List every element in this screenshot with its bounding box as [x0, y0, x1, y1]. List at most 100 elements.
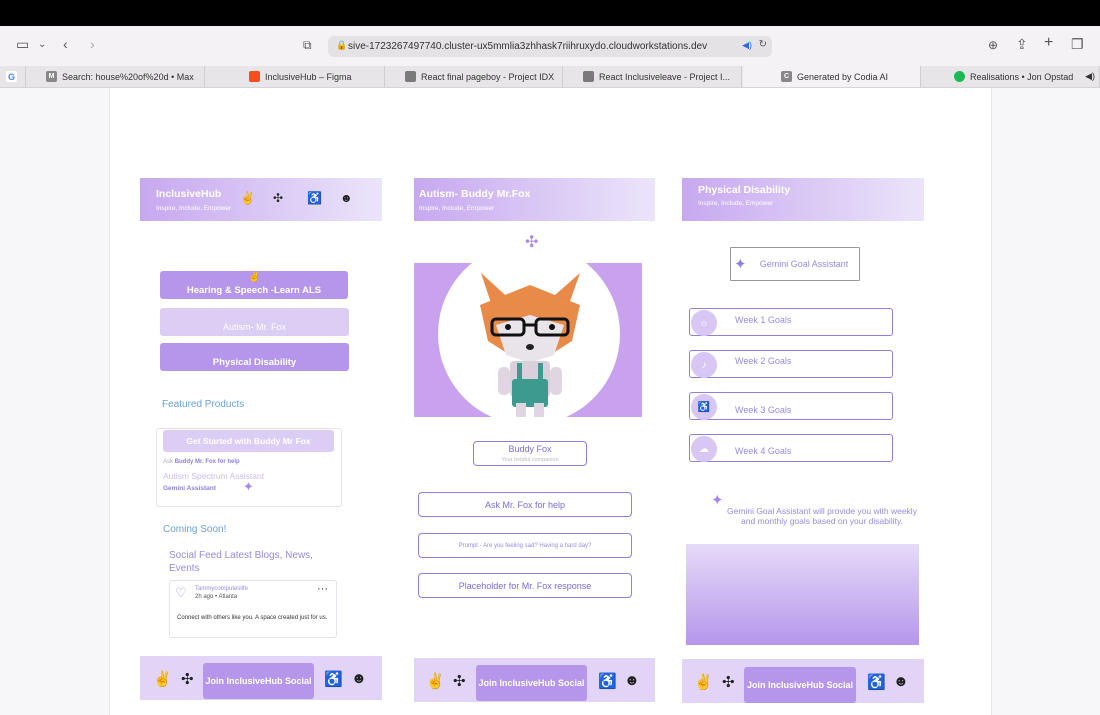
wheelchair-icon[interactable]: ♿: [867, 673, 886, 691]
share-icon[interactable]: ⇪: [1016, 37, 1028, 51]
puzzle-icon[interactable]: ✣: [273, 191, 283, 205]
join-social-button[interactable]: Join InclusiveHub Social: [476, 665, 587, 701]
get-started-button[interactable]: Get Started with Buddy Mr Fox: [163, 430, 334, 452]
audio-icon[interactable]: ◀): [742, 40, 752, 51]
reload-icon[interactable]: ↻: [759, 39, 767, 50]
figma-icon: [249, 71, 260, 82]
google-icon: G: [6, 71, 17, 82]
new-tab-icon[interactable]: +: [1044, 35, 1053, 51]
sign-language-icon[interactable]: ✌: [240, 191, 255, 205]
col3-header: Physical Disability Inspire, Include, Em…: [682, 178, 924, 221]
robot-icon[interactable]: ☻: [624, 672, 640, 689]
tab-react-final[interactable]: React final pageboy - Project IDX: [399, 66, 563, 87]
prompt-input[interactable]: Prompt - Are you feeling sad? Having a h…: [418, 533, 632, 558]
wheelchair-icon[interactable]: ♿: [307, 191, 322, 205]
url-text: sive-1723267497740.cluster-ux5mmlia3zhha…: [348, 41, 708, 52]
social-post-card[interactable]: ♡ Tammycomputeslife 2h ago • Atlanta ···…: [169, 580, 337, 638]
button-label: Join InclusiveHub Social: [746, 680, 854, 690]
tab-figma[interactable]: InclusiveHub – Figma: [243, 66, 385, 87]
autism-button[interactable]: Autism- Mr. Fox: [160, 308, 349, 336]
goal-icon: ☼: [691, 310, 717, 336]
goal-icon: ♪: [691, 352, 717, 378]
more-options-icon[interactable]: ···: [317, 583, 328, 595]
hearing-speech-button[interactable]: ✌ Hearing & Speech -Learn ALS: [160, 271, 348, 299]
sign-language-icon[interactable]: ✌: [426, 672, 445, 690]
sidebar-icon[interactable]: ▭: [16, 37, 29, 51]
week-3-goals-button[interactable]: ♿ Week 3 Goals: [689, 392, 893, 420]
tab-react-inclusive[interactable]: React Inclusiveleave - Project I...: [577, 66, 742, 87]
goals-output-panel: [686, 544, 919, 645]
forward-icon[interactable]: ›: [90, 37, 95, 51]
button-label: Get Started with Buddy Mr Fox: [186, 436, 311, 446]
tab-label: Search: house%20of%20d • Max: [62, 71, 194, 82]
tab-overview-icon[interactable]: ⧉: [303, 38, 312, 52]
puzzle-icon[interactable]: ✣: [722, 673, 735, 691]
buddy-name: Buddy Fox: [508, 444, 552, 454]
sign-language-icon[interactable]: ✌: [694, 673, 713, 691]
week-label: Week 4 Goals: [735, 446, 792, 456]
buddy-fox-card[interactable]: Buddy Fox Your helpful companion: [473, 441, 587, 466]
col2-footer: ✌ ✣ Join InclusiveHub Social ♿ ☻: [414, 658, 655, 702]
tab-label: React Inclusiveleave - Project I...: [599, 71, 731, 82]
heart-icon[interactable]: ♡: [175, 585, 187, 601]
spotify-icon: [954, 71, 965, 82]
tab-bar: G M Search: house%20of%20d • Max Inclusiv…: [0, 66, 1100, 88]
ask-fox-button[interactable]: Ask Mr. Fox for help: [418, 492, 632, 517]
tab-codia[interactable]: C Generated by Codia AI: [743, 66, 921, 87]
col1-subtitle: Inspire, Include, Empower: [156, 205, 232, 212]
robot-icon[interactable]: ☻: [351, 670, 367, 687]
goal-icon: ♿: [691, 394, 717, 420]
post-username: Tammycomputeslife: [195, 586, 249, 592]
week-label: Week 3 Goals: [735, 405, 792, 415]
tab-search[interactable]: M Search: house%20of%20d • Max: [40, 66, 205, 87]
tab-label: Realisations • Jon Opstad: [970, 71, 1074, 82]
sign-language-icon: ✌: [248, 272, 261, 283]
tab-label: React final pageboy - Project IDX: [421, 71, 555, 82]
join-social-button[interactable]: Join InclusiveHub Social: [203, 663, 314, 699]
buddy-subtitle: Your helpful companion: [501, 457, 559, 463]
screen-top-bar: [0, 0, 1100, 26]
idx-icon: [583, 71, 594, 82]
week-1-goals-button[interactable]: ☼ Week 1 Goals: [689, 308, 893, 336]
col1-footer: ✌ ✣ Join InclusiveHub Social ♿ ☻: [140, 656, 382, 700]
robot-icon[interactable]: ☻: [893, 673, 909, 690]
join-social-button[interactable]: Join InclusiveHub Social: [744, 667, 856, 703]
codia-icon: C: [781, 71, 792, 82]
speaker-icon[interactable]: ◀): [1085, 71, 1095, 82]
week-2-goals-button[interactable]: ♪ Week 2 Goals: [689, 350, 893, 378]
robot-icon[interactable]: ☻: [340, 191, 353, 205]
gemini-goal-button[interactable]: ✦ Gemini Goal Assistant: [730, 247, 860, 281]
prompt-placeholder: Prompt - Are you feeling sad? Having a h…: [458, 542, 592, 549]
chevron-down-icon[interactable]: ⌄: [38, 38, 46, 52]
tab-google[interactable]: G: [0, 66, 26, 87]
wheelchair-icon[interactable]: ♿: [598, 672, 617, 690]
back-icon[interactable]: ‹: [63, 37, 68, 51]
fox-response-box: Placeholder for Mr. Fox response: [418, 573, 632, 598]
featured-product-card: Get Started with Buddy Mr Fox Ask Buddy …: [156, 428, 342, 507]
physical-disability-button[interactable]: Physical Disability: [160, 343, 349, 371]
col1-title: InclusiveHub: [156, 188, 222, 200]
sparkle-icon: ✦: [711, 492, 724, 509]
sparkle-icon: ✦: [243, 479, 254, 494]
puzzle-icon[interactable]: ✣: [453, 672, 466, 690]
button-label: Gemini Goal Assistant: [759, 259, 849, 269]
button-label: Autism- Mr. Fox: [222, 322, 286, 332]
tab-spotify[interactable]: Realisations • Jon Opstad ◀): [922, 66, 1100, 87]
week-4-goals-button[interactable]: ☁ Week 4 Goals: [689, 434, 893, 462]
sparkle-icon: ✦: [734, 256, 747, 273]
button-label: Hearing & Speech -Learn ALS: [186, 284, 322, 296]
puzzle-icon[interactable]: ✣: [181, 670, 194, 688]
wheelchair-icon[interactable]: ♿: [324, 670, 343, 688]
button-label: Join InclusiveHub Social: [478, 678, 585, 688]
tabs-icon[interactable]: ❐: [1071, 37, 1084, 51]
tab-label: InclusiveHub – Figma: [265, 71, 352, 82]
download-icon[interactable]: ⊕: [988, 38, 998, 52]
gemini-assistant-text: Gemini Assistant: [163, 485, 216, 492]
lock-icon: 🔒: [336, 40, 348, 50]
response-placeholder: Placeholder for Mr. Fox response: [458, 580, 592, 591]
address-bar[interactable]: 🔒 sive-1723267497740.cluster-ux5mmlia3zh…: [328, 36, 772, 57]
social-feed-heading: Social Feed Latest Blogs, News, Events: [169, 550, 313, 574]
sign-language-icon[interactable]: ✌: [153, 670, 172, 688]
featured-products-heading: Featured Products: [162, 399, 245, 410]
button-label: Physical Disability: [212, 356, 297, 368]
